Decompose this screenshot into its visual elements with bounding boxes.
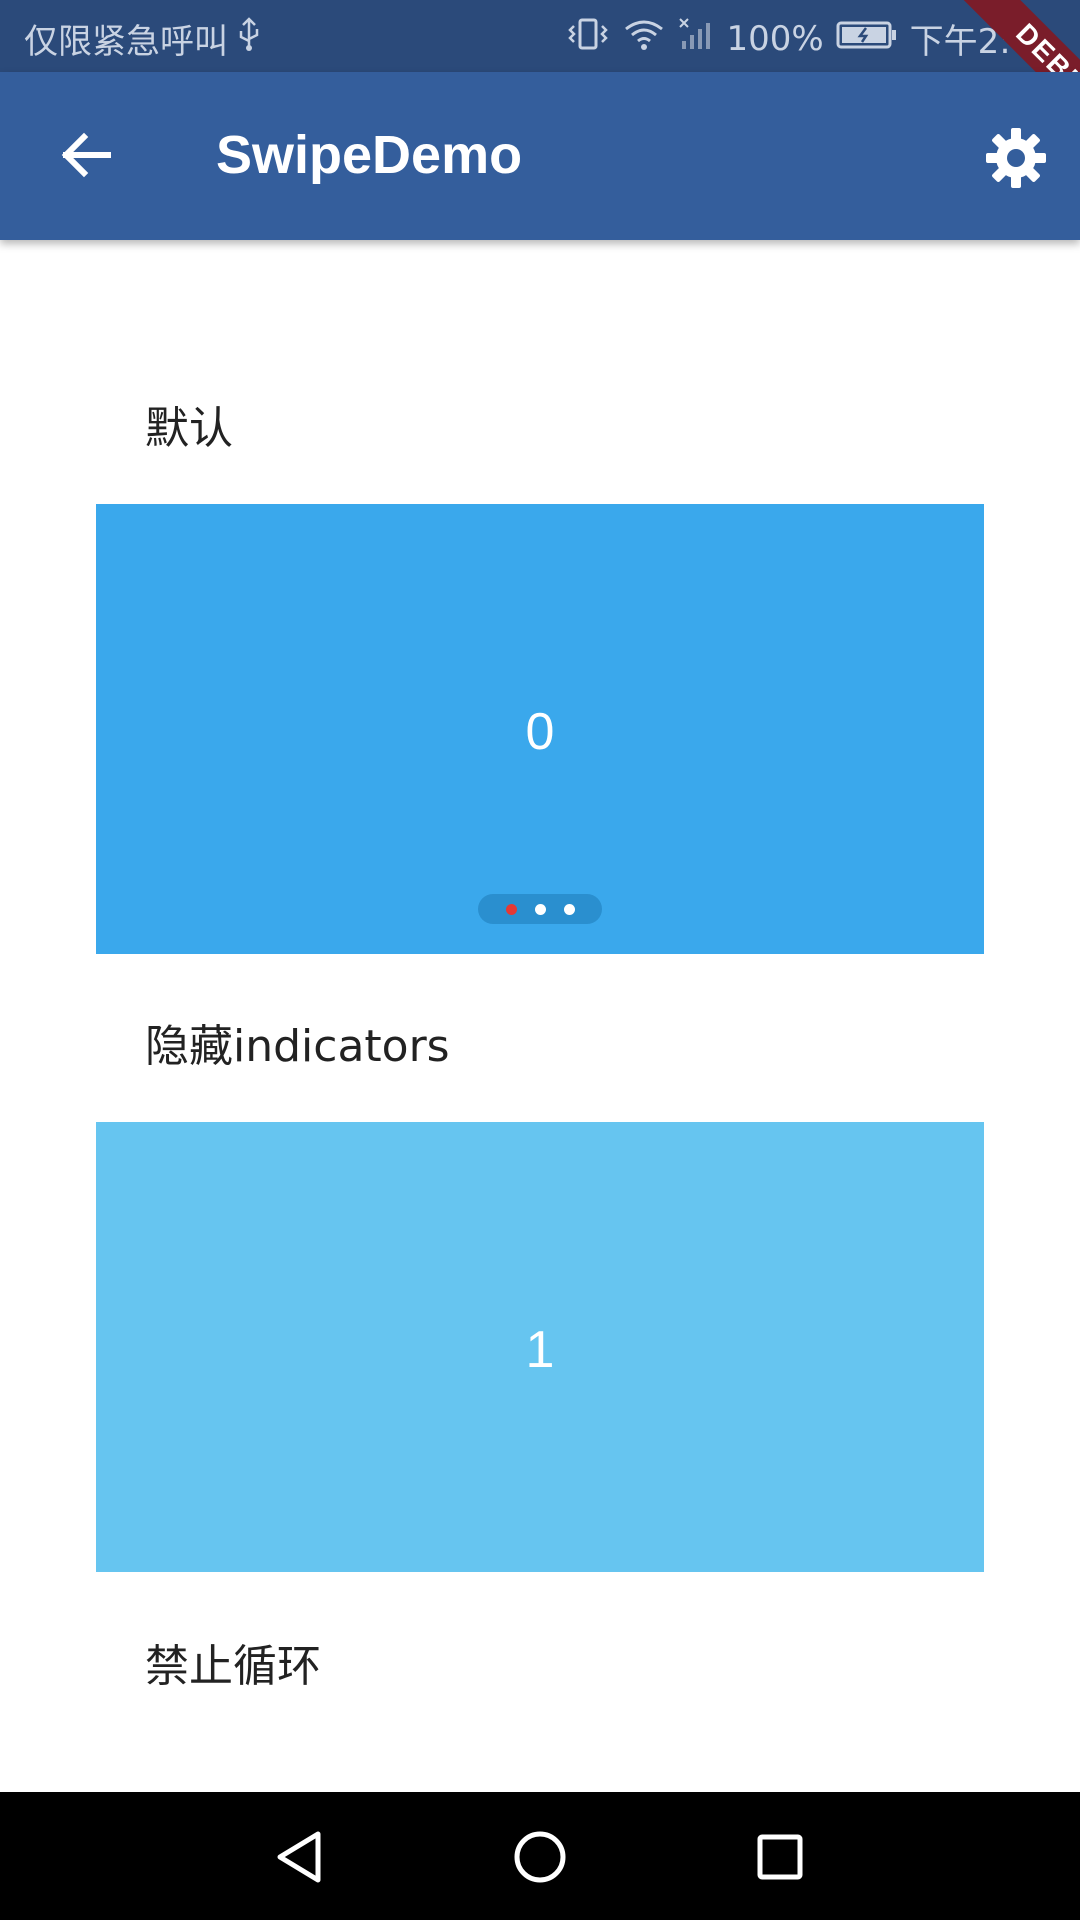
status-right: 100% 下午2:48 — [566, 14, 1054, 63]
slide-text: 1 — [525, 1321, 555, 1379]
signal-icon — [678, 17, 714, 60]
gear-icon — [986, 128, 1046, 188]
nav-back-button[interactable] — [266, 1822, 336, 1892]
circle-home-icon — [514, 1831, 566, 1883]
swiper-default[interactable]: 0 — [96, 504, 984, 954]
section-label-hide-indicators: 隐藏indicators — [145, 1021, 450, 1072]
system-nav-bar — [0, 1792, 1080, 1920]
battery-icon — [836, 19, 898, 59]
section-label-no-loop: 禁止循环 — [145, 1641, 321, 1692]
swiper-hide-indicators[interactable]: 1 — [96, 1122, 984, 1572]
battery-percent: 100% — [726, 18, 824, 59]
indicator-dot[interactable] — [534, 903, 546, 915]
clock: 下午2:48 — [909, 22, 1054, 62]
indicator-dot[interactable] — [563, 903, 575, 915]
settings-button[interactable] — [984, 126, 1054, 196]
page-indicator — [478, 894, 602, 924]
arrow-back-icon — [61, 132, 111, 178]
status-bar: 仅限紧急呼叫 100% 下午2:48 — [0, 0, 1080, 72]
usb-icon — [236, 17, 262, 60]
vibrate-icon — [566, 17, 610, 60]
slide-text: 0 — [525, 703, 555, 761]
triangle-back-icon — [277, 1831, 321, 1883]
carrier-text: 仅限紧急呼叫 — [24, 22, 228, 62]
page-title: SwipeDemo — [216, 125, 523, 185]
back-button[interactable] — [48, 117, 124, 193]
indicator-dot-active[interactable] — [505, 903, 517, 915]
square-recents-icon — [757, 1834, 803, 1880]
status-left: 仅限紧急呼叫 — [24, 14, 262, 63]
nav-home-button[interactable] — [505, 1822, 575, 1892]
app-bar: SwipeDemo — [0, 72, 1080, 240]
wifi-icon — [622, 17, 666, 60]
nav-recents-button[interactable] — [745, 1822, 815, 1892]
section-label-default: 默认 — [145, 403, 233, 454]
